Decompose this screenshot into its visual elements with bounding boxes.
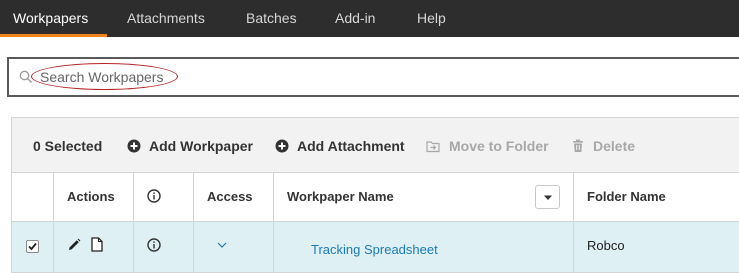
column-divider: [573, 222, 574, 273]
chevron-down-icon[interactable]: [217, 242, 227, 248]
plus-circle-icon: [275, 139, 289, 153]
search-bar: [7, 57, 739, 97]
pencil-icon[interactable]: [67, 238, 81, 252]
active-tab-indicator: [0, 34, 107, 37]
column-menu-button[interactable]: [535, 185, 560, 209]
document-icon[interactable]: [91, 237, 103, 252]
column-divider: [53, 222, 54, 273]
top-nav: Workpapers Attachments Batches Add-in He…: [0, 0, 739, 37]
column-divider: [133, 222, 134, 273]
header-access[interactable]: Access: [207, 189, 253, 204]
delete-button[interactable]: Delete: [593, 138, 635, 156]
caret-down-icon: [544, 195, 552, 200]
tab-add-in[interactable]: Add-in: [335, 0, 375, 37]
column-divider: [573, 173, 574, 222]
workpaper-name-link[interactable]: Tracking Spreadsheet: [311, 242, 438, 257]
tab-help[interactable]: Help: [417, 0, 446, 37]
header-folder-name[interactable]: Folder Name: [587, 189, 666, 204]
move-folder-icon: [426, 141, 440, 153]
search-input[interactable]: [40, 67, 440, 87]
column-divider: [193, 173, 194, 222]
row-checkbox[interactable]: [26, 240, 39, 253]
plus-circle-icon: [127, 139, 141, 153]
add-attachment-button[interactable]: Add Attachment: [297, 138, 405, 156]
selected-count: 0 Selected: [33, 138, 103, 154]
header-workpaper-name[interactable]: Workpaper Name: [287, 189, 394, 204]
search-icon: [19, 70, 32, 83]
column-divider: [273, 222, 274, 273]
column-divider: [133, 173, 134, 222]
table-header: Actions Access Workpaper Name Folder Nam…: [12, 173, 739, 222]
column-divider: [273, 173, 274, 222]
column-divider: [53, 173, 54, 222]
info-icon[interactable]: [147, 189, 161, 203]
tab-attachments[interactable]: Attachments: [127, 0, 205, 37]
tab-batches[interactable]: Batches: [246, 0, 297, 37]
move-to-folder-button[interactable]: Move to Folder: [449, 138, 549, 156]
header-actions[interactable]: Actions: [67, 189, 115, 204]
folder-name-cell: Robco: [587, 238, 625, 253]
trash-icon: [573, 139, 583, 152]
check-icon: [28, 242, 37, 251]
grid-toolbar: 0 Selected Add Workpaper Add Attachment …: [12, 117, 739, 173]
column-divider: [193, 222, 194, 273]
add-workpaper-button[interactable]: Add Workpaper: [149, 138, 253, 156]
info-icon[interactable]: [147, 238, 161, 252]
table-row[interactable]: Tracking Spreadsheet Robco: [12, 222, 739, 273]
tab-workpapers[interactable]: Workpapers: [13, 0, 88, 37]
